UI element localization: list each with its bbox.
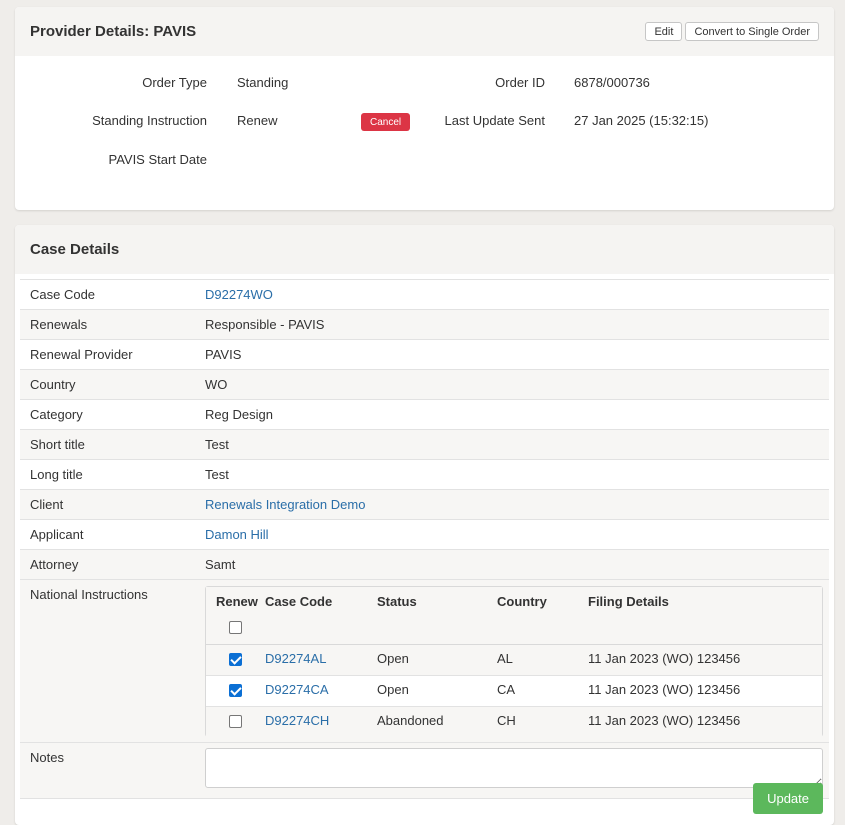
provider-panel-header: Provider Details: PAVIS Edit Convert to … bbox=[15, 7, 834, 56]
national-case-code-link[interactable]: D92274CA bbox=[265, 682, 329, 697]
case-code-link[interactable]: D92274WO bbox=[205, 287, 273, 302]
country-cell: CA bbox=[497, 682, 516, 697]
long-title-label: Long title bbox=[30, 467, 83, 482]
provider-details-panel: Provider Details: PAVIS Edit Convert to … bbox=[15, 7, 834, 210]
case-code-label: Case Code bbox=[30, 287, 96, 302]
table-row: D92274AL Open AL 11 Jan 2023 (WO) 123456 bbox=[206, 645, 822, 676]
table-row: Attorney Samt bbox=[20, 550, 829, 580]
status-cell: Open bbox=[377, 682, 409, 697]
short-title-label: Short title bbox=[30, 437, 85, 452]
case-details-table: Case Code D92274WO Renewals Responsible … bbox=[20, 279, 829, 799]
filing-details-cell: 11 Jan 2023 (WO) 123456 bbox=[588, 651, 741, 666]
table-row: Client Renewals Integration Demo bbox=[20, 490, 829, 520]
case-panel-title: Case Details bbox=[30, 241, 120, 258]
client-label: Client bbox=[30, 497, 64, 512]
renew-checkbox[interactable] bbox=[229, 715, 242, 728]
order-id-label: Order ID bbox=[495, 75, 545, 90]
table-row: Country WO bbox=[20, 370, 829, 400]
national-instructions-body: D92274AL Open AL 11 Jan 2023 (WO) 123456… bbox=[206, 645, 822, 738]
category-label: Category bbox=[30, 407, 83, 422]
pavis-start-date-label: PAVIS Start Date bbox=[108, 152, 207, 167]
renew-checkbox[interactable] bbox=[229, 653, 242, 666]
country-cell: CH bbox=[497, 713, 516, 728]
national-case-code-link[interactable]: D92274AL bbox=[265, 651, 326, 666]
filing-details-cell: 11 Jan 2023 (WO) 123456 bbox=[588, 682, 741, 697]
standing-instruction-value: Renew bbox=[237, 113, 278, 128]
client-link[interactable]: Renewals Integration Demo bbox=[205, 497, 365, 512]
national-instructions-label: National Instructions bbox=[30, 587, 148, 602]
table-row: Short title Test bbox=[20, 430, 829, 460]
category-value: Reg Design bbox=[205, 407, 273, 422]
order-type-value: Standing bbox=[237, 75, 289, 90]
renew-column-header: Renew bbox=[216, 594, 258, 609]
provider-actions: Edit Convert to Single Order bbox=[645, 22, 819, 41]
long-title-value: Test bbox=[205, 467, 229, 482]
renew-checkbox[interactable] bbox=[229, 684, 242, 697]
notes-label: Notes bbox=[30, 750, 64, 765]
country-column-header: Country bbox=[497, 594, 547, 609]
notes-row: Notes bbox=[20, 743, 829, 799]
applicant-link[interactable]: Damon Hill bbox=[205, 527, 269, 542]
order-type-label: Order Type bbox=[142, 75, 207, 90]
table-row: D92274CH Abandoned CH 11 Jan 2023 (WO) 1… bbox=[206, 707, 822, 738]
last-update-sent-value: 27 Jan 2025 (15:32:15) bbox=[574, 113, 709, 128]
country-value: WO bbox=[205, 377, 228, 392]
case-details-panel: Case Details Case Code D92274WO Renewals… bbox=[15, 225, 834, 825]
filing-details-cell: 11 Jan 2023 (WO) 123456 bbox=[588, 713, 741, 728]
short-title-value: Test bbox=[205, 437, 229, 452]
attorney-label: Attorney bbox=[30, 557, 79, 572]
convert-to-single-order-button[interactable]: Convert to Single Order bbox=[685, 22, 819, 41]
status-cell: Open bbox=[377, 651, 409, 666]
update-button[interactable]: Update bbox=[753, 783, 823, 814]
renewals-value: Responsible - PAVIS bbox=[205, 317, 325, 332]
table-row: D92274CA Open CA 11 Jan 2023 (WO) 123456 bbox=[206, 676, 822, 707]
case-code-column-header: Case Code bbox=[265, 594, 333, 609]
renewals-label: Renewals bbox=[30, 317, 88, 332]
national-case-code-link[interactable]: D92274CH bbox=[265, 713, 329, 728]
national-instructions-row: National Instructions Renew Case Code St… bbox=[20, 580, 829, 743]
status-column-header: Status bbox=[377, 594, 417, 609]
renewal-provider-value: PAVIS bbox=[205, 347, 242, 362]
national-instructions-header: Renew Case Code Status Country Filing De… bbox=[206, 587, 822, 645]
country-label: Country bbox=[30, 377, 76, 392]
standing-instruction-label: Standing Instruction bbox=[92, 113, 207, 128]
table-row: Renewals Responsible - PAVIS bbox=[20, 310, 829, 340]
case-panel-header: Case Details bbox=[15, 225, 834, 274]
table-row: Applicant Damon Hill bbox=[20, 520, 829, 550]
applicant-label: Applicant bbox=[30, 527, 84, 542]
national-instructions-table: Renew Case Code Status Country Filing De… bbox=[205, 586, 823, 738]
order-id-value: 6878/000736 bbox=[574, 75, 650, 90]
edit-button[interactable]: Edit bbox=[645, 22, 683, 41]
table-row: Long title Test bbox=[20, 460, 829, 490]
filing-details-column-header: Filing Details bbox=[588, 594, 669, 609]
notes-textarea[interactable] bbox=[205, 748, 823, 788]
provider-panel-title: Provider Details: PAVIS bbox=[30, 23, 197, 40]
last-update-sent-label: Last Update Sent bbox=[444, 113, 545, 128]
attorney-value: Samt bbox=[205, 557, 236, 572]
table-row: Renewal Provider PAVIS bbox=[20, 340, 829, 370]
renewal-provider-label: Renewal Provider bbox=[30, 347, 133, 362]
select-all-checkbox[interactable] bbox=[229, 621, 242, 634]
country-cell: AL bbox=[497, 651, 513, 666]
table-row: Case Code D92274WO bbox=[20, 280, 829, 310]
status-cell: Abandoned bbox=[377, 713, 444, 728]
table-row: Category Reg Design bbox=[20, 400, 829, 430]
